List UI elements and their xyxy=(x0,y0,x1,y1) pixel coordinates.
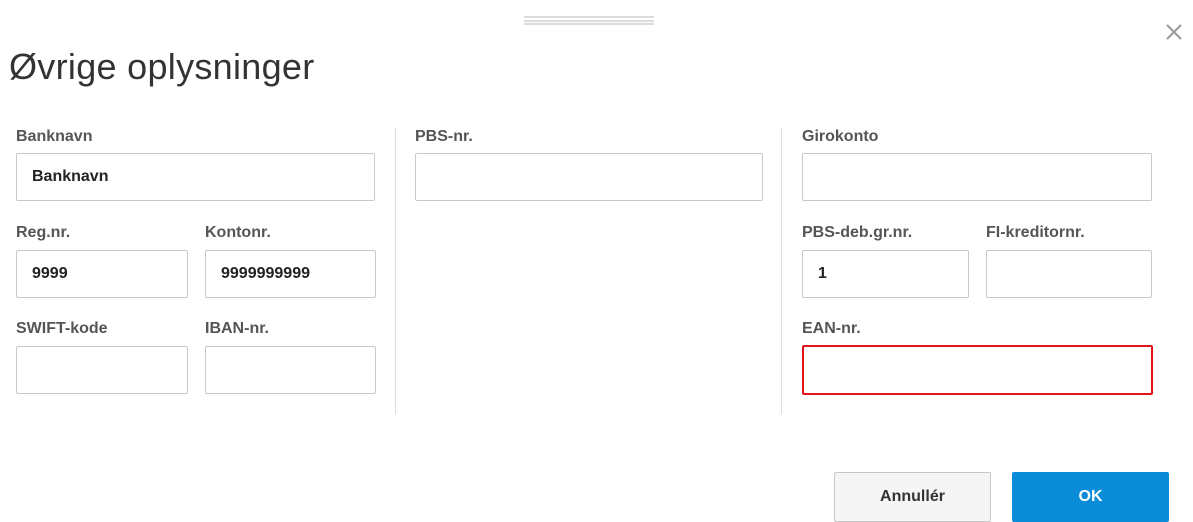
banknavn-label: Banknavn xyxy=(16,128,93,145)
regnr-input[interactable] xyxy=(16,250,188,298)
close-button[interactable] xyxy=(1162,20,1186,44)
iban-label: IBAN-nr. xyxy=(205,320,269,337)
pbsdeb-input[interactable] xyxy=(802,250,969,298)
column-divider-2 xyxy=(781,128,782,414)
girokonto-input[interactable] xyxy=(802,153,1152,201)
ean-input[interactable] xyxy=(802,345,1153,395)
ean-label: EAN-nr. xyxy=(802,320,861,337)
girokonto-label: Girokonto xyxy=(802,128,879,145)
pbsnr-label: PBS-nr. xyxy=(415,128,473,145)
kontonr-input[interactable] xyxy=(205,250,376,298)
column-divider-1 xyxy=(395,128,396,414)
drag-handle[interactable] xyxy=(524,16,654,25)
pbsnr-input[interactable] xyxy=(415,153,763,201)
dialog-title: Øvrige oplysninger xyxy=(9,46,315,87)
fikreditor-input[interactable] xyxy=(986,250,1152,298)
fikreditor-label: FI-kreditornr. xyxy=(986,224,1085,241)
kontonr-label: Kontonr. xyxy=(205,224,271,241)
iban-input[interactable] xyxy=(205,346,376,394)
cancel-button[interactable]: Annullér xyxy=(834,472,991,522)
close-icon xyxy=(1166,24,1182,40)
swift-label: SWIFT-kode xyxy=(16,320,108,337)
ok-button[interactable]: OK xyxy=(1012,472,1169,522)
swift-input[interactable] xyxy=(16,346,188,394)
pbsdeb-label: PBS-deb.gr.nr. xyxy=(802,224,913,241)
regnr-label: Reg.nr. xyxy=(16,224,71,241)
banknavn-input[interactable] xyxy=(16,153,375,201)
